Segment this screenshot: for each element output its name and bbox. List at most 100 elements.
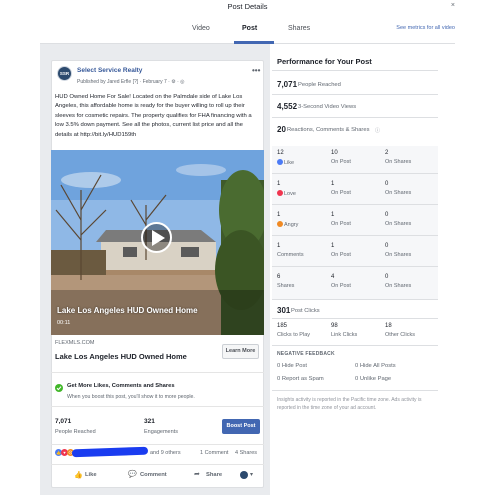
unlike-page-num: 0 (355, 376, 359, 382)
insights-footnote: Insights activity is reported in the Pac… (277, 397, 422, 411)
divider (272, 204, 438, 205)
hide-post-label: Hide Post (281, 363, 307, 369)
tab-bar: Video Post Shares See metrics for all vi… (40, 18, 455, 44)
page-avatar[interactable]: SSR (57, 66, 72, 81)
breakdown-cell: On Shares (385, 252, 411, 258)
chevron-down-icon[interactable]: ▾ (250, 471, 253, 478)
breakdown-label: On Post (331, 283, 351, 289)
breakdown-cell: Love (277, 190, 296, 197)
breakdown-num: 0 (385, 181, 389, 187)
info-icon[interactable]: ⓘ (375, 127, 380, 134)
divider (272, 235, 438, 236)
breakdown-label: On Shares (385, 283, 412, 289)
breakdown-cell: On Post (331, 159, 351, 165)
breakdown-label: Angry (284, 222, 299, 228)
like-button[interactable]: Like (85, 472, 97, 478)
divider (272, 318, 438, 319)
breakdown-num: 0 (385, 274, 389, 280)
page-selector-avatar[interactable] (240, 471, 248, 479)
breakdown-num: 6 (277, 274, 281, 280)
breakdown-cell: On Shares (385, 221, 411, 227)
breakdown-num: 4 (331, 274, 335, 280)
comment-button[interactable]: Comment (140, 472, 167, 478)
play-icon (152, 230, 165, 246)
hide-all-num: 0 (355, 363, 359, 369)
link-clicks-label: Link Clicks (331, 332, 358, 338)
close-icon[interactable]: × (451, 2, 455, 9)
like-icon: 👍 (74, 472, 83, 479)
breakdown-cell: On Post (331, 190, 351, 196)
breakdown-label: On Shares (385, 159, 412, 165)
more-options-icon[interactable]: ••• (252, 66, 260, 75)
divider (272, 390, 438, 391)
perf-views-num: 4,552 (277, 102, 298, 111)
boost-promo (51, 372, 264, 407)
share-button[interactable]: Share (206, 472, 222, 478)
post-clicks-label: Post Clicks (291, 308, 320, 314)
tab-video[interactable]: Video (192, 25, 210, 32)
divider (272, 117, 438, 118)
breakdown-num: 1 (331, 243, 335, 249)
link-title[interactable]: Lake Los Angeles HUD Owned Home (55, 352, 187, 361)
breakdown-cell: On Shares (385, 190, 411, 196)
shares-count[interactable]: 4 Shares (235, 450, 257, 456)
breakdown-label: On Shares (385, 190, 412, 196)
boost-post-button[interactable]: Boost Post (222, 419, 260, 434)
breakdown-num: 12 (277, 150, 284, 156)
breakdown-label: On Shares (385, 252, 412, 258)
breakdown-num: 1 (331, 181, 335, 187)
breakdown-cell: Comments (277, 252, 304, 258)
tab-shares[interactable]: Shares (288, 25, 310, 32)
people-reached-count: 7,071 (55, 418, 72, 425)
engagements-label: Engagements (144, 429, 178, 435)
window-title: Post Details (227, 2, 268, 11)
reaction-others[interactable]: and 9 others (150, 450, 181, 456)
see-metrics-link[interactable]: See metrics for all video (396, 25, 455, 31)
performance-title: Performance for Your Post (277, 57, 372, 66)
comments-count[interactable]: 1 Comment (200, 450, 228, 456)
divider (272, 266, 438, 267)
hide-all-label: Hide All Posts (359, 363, 396, 369)
boost-subtitle: When you boost this post, you'll show it… (67, 394, 195, 400)
breakdown-cell: On Shares (385, 159, 411, 165)
divider (272, 70, 438, 71)
clicks-to-play-label: Clicks to Play (277, 332, 311, 338)
post-clicks-num: 301 (277, 306, 291, 315)
breakdown-label: Like (284, 160, 295, 166)
breakdown-cell: Like (277, 159, 294, 166)
breakdown-label: Comments (277, 252, 304, 258)
angry-icon (277, 221, 283, 227)
breakdown-num: 1 (277, 212, 281, 218)
report-spam-label: Report as Spam (281, 376, 324, 382)
share-icon: ➦ (194, 471, 200, 478)
love-icon (277, 190, 283, 196)
clicks-to-play-num: 185 (277, 323, 288, 329)
divider (272, 94, 438, 95)
divider (272, 173, 438, 174)
learn-more-button[interactable]: Learn More (222, 344, 259, 359)
breakdown-cell: On Post (331, 283, 351, 289)
breakdown-num: 0 (385, 243, 389, 249)
link-domain: FLEXMLS.COM (55, 340, 95, 346)
perf-views-label: 3-Second Video Views (298, 104, 357, 110)
breakdown-num: 1 (277, 181, 281, 187)
breakdown-label: On Shares (385, 221, 412, 227)
perf-reactions-label: Reactions, Comments & Shares (287, 127, 370, 133)
breakdown-label: On Post (331, 252, 351, 258)
tab-post[interactable]: Post (242, 25, 257, 32)
divider (272, 345, 438, 346)
like-icon (277, 159, 283, 165)
link-clicks-num: 98 (331, 323, 338, 329)
page-name-link[interactable]: Select Service Realty (77, 67, 142, 74)
breakdown-label: Shares (277, 283, 295, 289)
breakdown-cell: On Shares (385, 283, 411, 289)
breakdown-num: 1 (331, 212, 335, 218)
checkmark-icon (55, 384, 63, 392)
people-reached-label: People Reached (55, 429, 96, 435)
published-by: Published by Jared Erfle [?] · February … (77, 79, 185, 85)
breakdown-cell: On Post (331, 221, 351, 227)
breakdown-cell: On Post (331, 252, 351, 258)
breakdown-label: On Post (331, 221, 351, 227)
video-duration: 00:11 (57, 320, 71, 326)
hide-post-num: 0 (277, 363, 281, 369)
